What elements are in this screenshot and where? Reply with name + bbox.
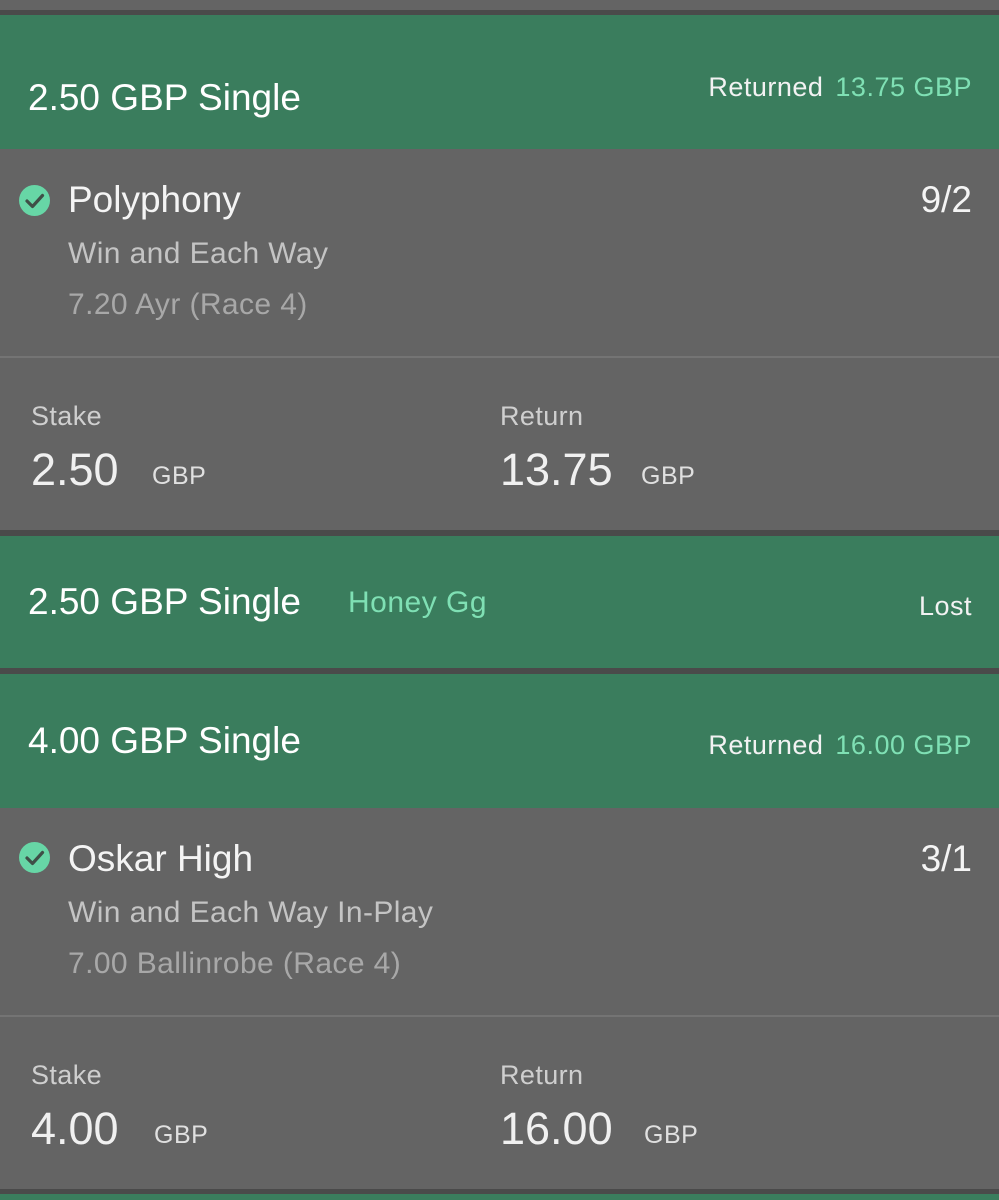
check-circle-icon <box>19 185 50 216</box>
market-name: Win and Each Way In-Play <box>68 896 434 929</box>
check-circle-icon <box>19 842 50 873</box>
bet-title: 2.50 GBP Single <box>28 581 301 622</box>
bet-header[interactable]: 2.50 GBP Single Returned 13.75 GBP <box>0 15 999 149</box>
bet-title: 4.00 GBP Single <box>28 720 301 761</box>
return-currency: GBP <box>644 1121 699 1149</box>
returned-label: Returned <box>708 72 824 102</box>
returned-status: Returned 13.75 GBP <box>708 72 972 103</box>
return-value: 16.00 <box>500 1103 613 1154</box>
bet-header[interactable]: 4.00 GBP Single Returned 16.00 GBP <box>0 674 999 808</box>
stake-currency: GBP <box>154 1121 209 1149</box>
returned-status: Returned 16.00 GBP <box>708 730 972 761</box>
selection-odds: 3/1 <box>920 838 972 879</box>
selection-panel: Oskar High 3/1 Win and Each Way In-Play … <box>0 808 999 1015</box>
previous-bet-panel <box>0 0 999 10</box>
returned-amount: 16.00 GBP <box>835 730 972 760</box>
event-name: 7.00 Ballinrobe (Race 4) <box>68 947 402 980</box>
market-name: Win and Each Way <box>68 237 329 270</box>
stake-label: Stake <box>31 1060 103 1090</box>
event-name: 7.20 Ayr (Race 4) <box>68 288 308 321</box>
stake-value: 4.00 <box>31 1103 119 1154</box>
stake-label: Stake <box>31 401 103 431</box>
stake-value: 2.50 <box>31 444 119 495</box>
return-label: Return <box>500 1060 584 1090</box>
return-label: Return <box>500 401 584 431</box>
selection-panel: Polyphony 9/2 Win and Each Way 7.20 Ayr … <box>0 149 999 356</box>
result-status: Lost <box>918 591 972 621</box>
returned-label: Returned <box>708 730 824 760</box>
selection-name: Polyphony <box>68 179 241 220</box>
selection-name: Honey Gg <box>348 586 488 619</box>
stake-return-panel: Stake 4.00 GBP Return 16.00 GBP <box>0 1017 999 1189</box>
next-bet-header <box>0 1194 999 1200</box>
stake-currency: GBP <box>152 462 207 490</box>
returned-amount: 13.75 GBP <box>835 72 972 102</box>
return-value: 13.75 <box>500 444 613 495</box>
selection-odds: 9/2 <box>920 179 972 220</box>
selection-name: Oskar High <box>68 838 254 879</box>
return-currency: GBP <box>641 462 696 490</box>
bet-header[interactable]: 2.50 GBP Single Honey Gg Lost <box>0 536 999 668</box>
stake-return-panel: Stake 2.50 GBP Return 13.75 GBP <box>0 358 999 530</box>
bet-title: 2.50 GBP Single <box>28 77 301 118</box>
